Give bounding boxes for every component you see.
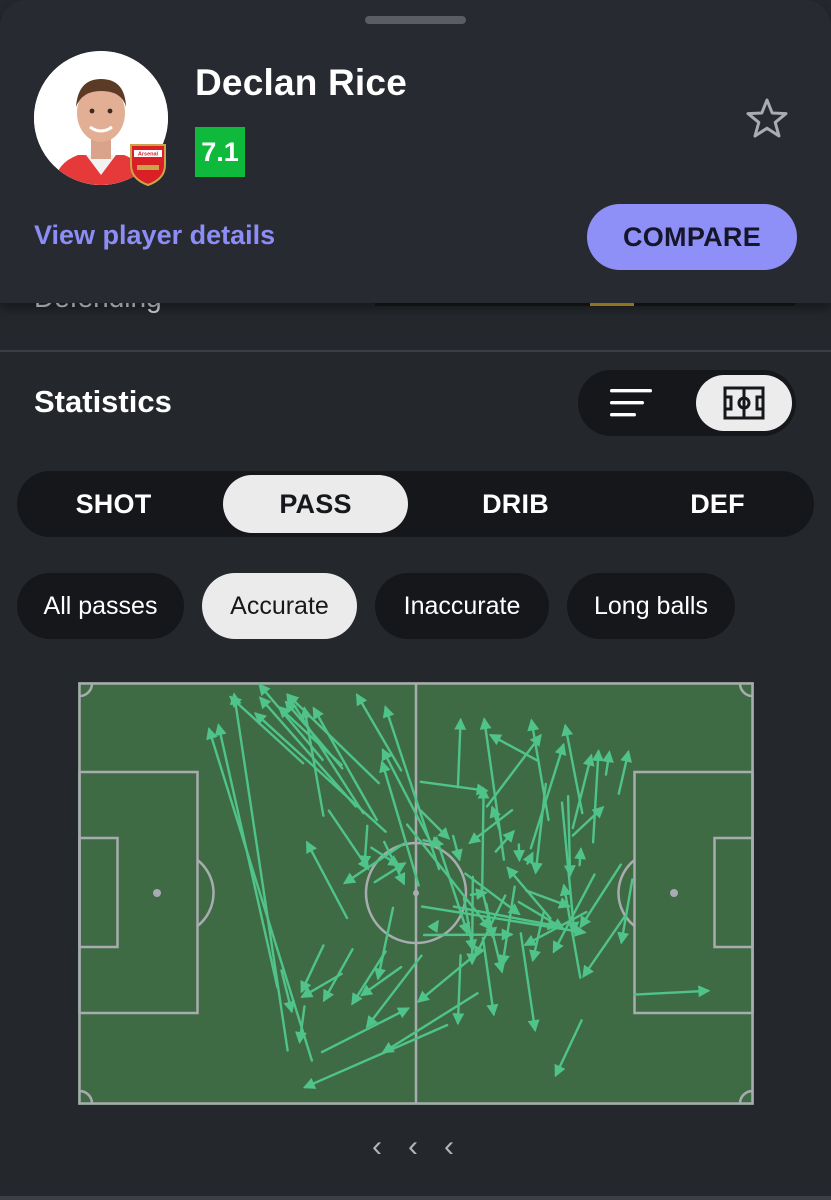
- filter-all-passes[interactable]: All passes: [17, 573, 184, 639]
- tab-def[interactable]: DEF: [625, 475, 810, 533]
- list-lines-icon: [610, 389, 652, 417]
- carousel-pager: ‹ ‹ ‹: [366, 1130, 466, 1164]
- list-view-button[interactable]: [596, 370, 666, 436]
- filter-accurate[interactable]: Accurate: [202, 573, 357, 639]
- tab-drib[interactable]: DRIB: [423, 475, 608, 533]
- club-badge: Arsenal: [128, 143, 168, 187]
- favorite-star-icon[interactable]: [744, 96, 790, 142]
- pass-arrow: [574, 847, 587, 867]
- club-badge-text: Arsenal: [138, 152, 159, 158]
- center-spot: [413, 890, 419, 896]
- tab-shot[interactable]: SHOT: [21, 475, 206, 533]
- pager-chevron-1[interactable]: ‹: [372, 1130, 382, 1164]
- pass-map-svg: [78, 682, 754, 1105]
- bottom-divider: [0, 1196, 831, 1200]
- section-divider: [0, 350, 831, 352]
- view-mode-toggle: [578, 370, 796, 436]
- right-penalty-spot: [670, 889, 678, 897]
- player-rating-badge: 7.1: [195, 127, 245, 177]
- pager-chevron-2[interactable]: ‹: [408, 1130, 418, 1164]
- left-penalty-spot: [153, 889, 161, 897]
- pager-chevron-3[interactable]: ‹: [444, 1130, 454, 1164]
- player-name: Declan Rice: [195, 62, 407, 103]
- statistics-title: Statistics: [34, 384, 172, 419]
- filter-inaccurate[interactable]: Inaccurate: [375, 573, 549, 639]
- pass-map: [78, 682, 754, 1110]
- player-header-sheet: Arsenal Declan Rice 7.1 View player deta…: [0, 0, 831, 303]
- stat-type-tabs: SHOT PASS DRIB DEF: [17, 471, 814, 537]
- pitch-view-button[interactable]: [696, 375, 792, 431]
- pass-arrow: [477, 786, 490, 891]
- sheet-grabber[interactable]: [365, 16, 466, 24]
- view-player-details-link[interactable]: View player details: [34, 220, 275, 251]
- pass-arrow: [422, 928, 514, 941]
- filter-long-balls[interactable]: Long balls: [567, 573, 735, 639]
- tab-pass[interactable]: PASS: [223, 475, 408, 533]
- pass-arrow: [513, 843, 526, 863]
- pitch-icon: [723, 386, 765, 420]
- compare-button[interactable]: COMPARE: [587, 204, 797, 270]
